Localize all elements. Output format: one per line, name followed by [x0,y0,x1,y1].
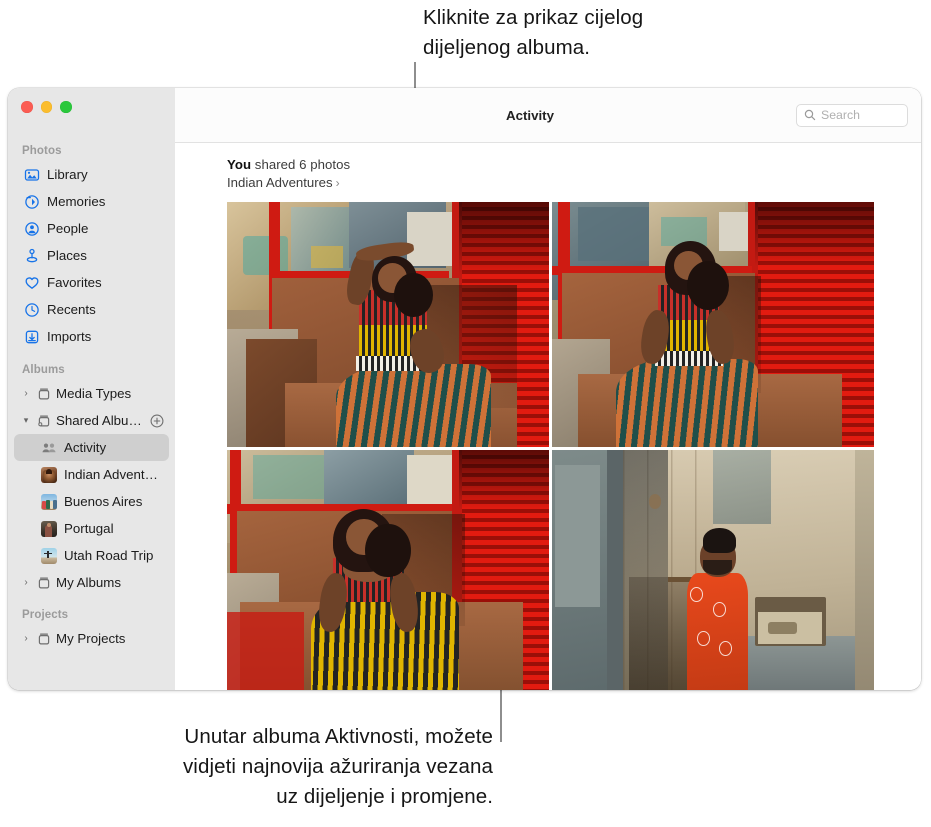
activity-share-summary: You shared 6 photos [227,157,921,172]
sidebar-group-shared-albums[interactable]: ▾ Shared Albu… [14,407,169,434]
sidebar-item-portugal[interactable]: Portugal [14,515,169,542]
sidebar-item-label: Portugal [64,521,114,536]
chevron-right-icon[interactable]: › [20,577,32,588]
bottom-callout-text: Unutar albuma Aktivnosti, možete vidjeti… [182,725,493,808]
sidebar-section-projects-title: Projects [22,609,69,621]
album-thumbnail [41,466,57,483]
sidebar: Photos Library Memories People Places Fa… [8,88,175,690]
shared-album-icon [36,413,52,429]
photos-app-window: Photos Library Memories People Places Fa… [8,88,921,690]
sidebar-section-albums-title: Albums [22,364,65,376]
sidebar-item-people[interactable]: People [14,215,169,242]
content-area: Activity Search You shared 6 photos Indi… [175,88,921,690]
album-thumbnail [41,547,57,564]
heart-icon [24,275,40,291]
photo-2-woman-seated-red-shutter[interactable] [552,202,874,447]
sidebar-item-utah-road-trip[interactable]: Utah Road Trip [14,542,169,569]
sidebar-item-label: Indian Advent… [64,467,158,482]
search-input[interactable]: Search [796,103,908,127]
album-stack-icon [36,575,52,591]
sidebar-group-label: Shared Albu… [56,413,142,428]
sidebar-section-photos-title: Photos [22,145,62,157]
activity-feed: You shared 6 photos Indian Adventures › [175,143,921,690]
search-placeholder: Search [821,108,860,122]
page-title: Activity [505,107,555,123]
sidebar-item-label: Favorites [47,275,102,290]
activity-album-name: Indian Adventures [227,175,333,190]
sidebar-group-label: My Albums [56,575,122,590]
sidebar-group-label: My Projects [56,631,126,646]
memories-icon [24,194,40,210]
sidebar-group-label: Media Types [56,386,132,401]
sidebar-item-label: Recents [47,302,96,317]
sidebar-item-label: Utah Road Trip [64,548,154,563]
sidebar-group-media-types[interactable]: › Media Types [14,380,169,407]
close-window-button[interactable] [21,101,33,113]
sidebar-item-buenos-aires[interactable]: Buenos Aires [14,488,169,515]
album-thumbnail [41,493,57,510]
chevron-right-icon[interactable]: › [20,633,32,644]
activity-action: shared 6 photos [254,157,351,172]
sidebar-item-places[interactable]: Places [14,242,169,269]
chevron-right-icon: › [335,175,340,190]
activity-album-link[interactable]: Indian Adventures › [227,175,921,190]
sidebar-item-label: People [47,221,89,236]
top-callout-text: Kliknite za prikaz cijelog dijeljenog al… [423,6,644,59]
album-thumbnail [41,520,57,537]
chevron-right-icon[interactable]: › [20,388,32,399]
sidebar-group-my-projects[interactable]: › My Projects [14,625,169,652]
sidebar-item-recents[interactable]: Recents [14,296,169,323]
sidebar-item-favorites[interactable]: Favorites [14,269,169,296]
sidebar-item-label: Library [47,167,88,182]
places-icon [24,248,40,264]
sidebar-item-memories[interactable]: Memories [14,188,169,215]
photo-1-woman-hand-on-head[interactable] [227,202,549,447]
sidebar-item-indian-adventures[interactable]: Indian Advent… [14,461,169,488]
clock-icon [24,302,40,318]
chevron-down-icon[interactable]: ▾ [20,415,32,426]
toolbar: Activity Search [175,88,921,143]
sidebar-item-activity[interactable]: Activity [14,434,169,461]
photo-4-man-orange-kurta[interactable] [552,450,874,690]
activity-feed-header: You shared 6 photos Indian Adventures › [175,157,921,190]
album-stack-icon [36,386,52,402]
people-icon [24,221,40,237]
people-group-icon [41,440,57,456]
zoom-window-button[interactable] [60,101,72,113]
window-controls [8,88,175,128]
add-shared-album-button[interactable] [150,414,164,428]
sidebar-item-label: Buenos Aires [64,494,143,509]
sidebar-item-imports[interactable]: Imports [14,323,169,350]
activity-actor: You [227,157,252,172]
album-stack-icon [36,631,52,647]
sidebar-item-label: Activity [64,440,107,455]
sidebar-item-label: Places [47,248,87,263]
library-icon [24,167,40,183]
sidebar-item-library[interactable]: Library [14,161,169,188]
photo-3-woman-eyes-closed[interactable] [227,450,549,690]
sidebar-group-my-albums[interactable]: › My Albums [14,569,169,596]
search-icon [804,109,816,121]
sidebar-item-label: Imports [47,329,92,344]
imports-icon [24,329,40,345]
minimize-window-button[interactable] [40,101,52,113]
activity-photo-grid [227,202,879,690]
sidebar-item-label: Memories [47,194,106,209]
